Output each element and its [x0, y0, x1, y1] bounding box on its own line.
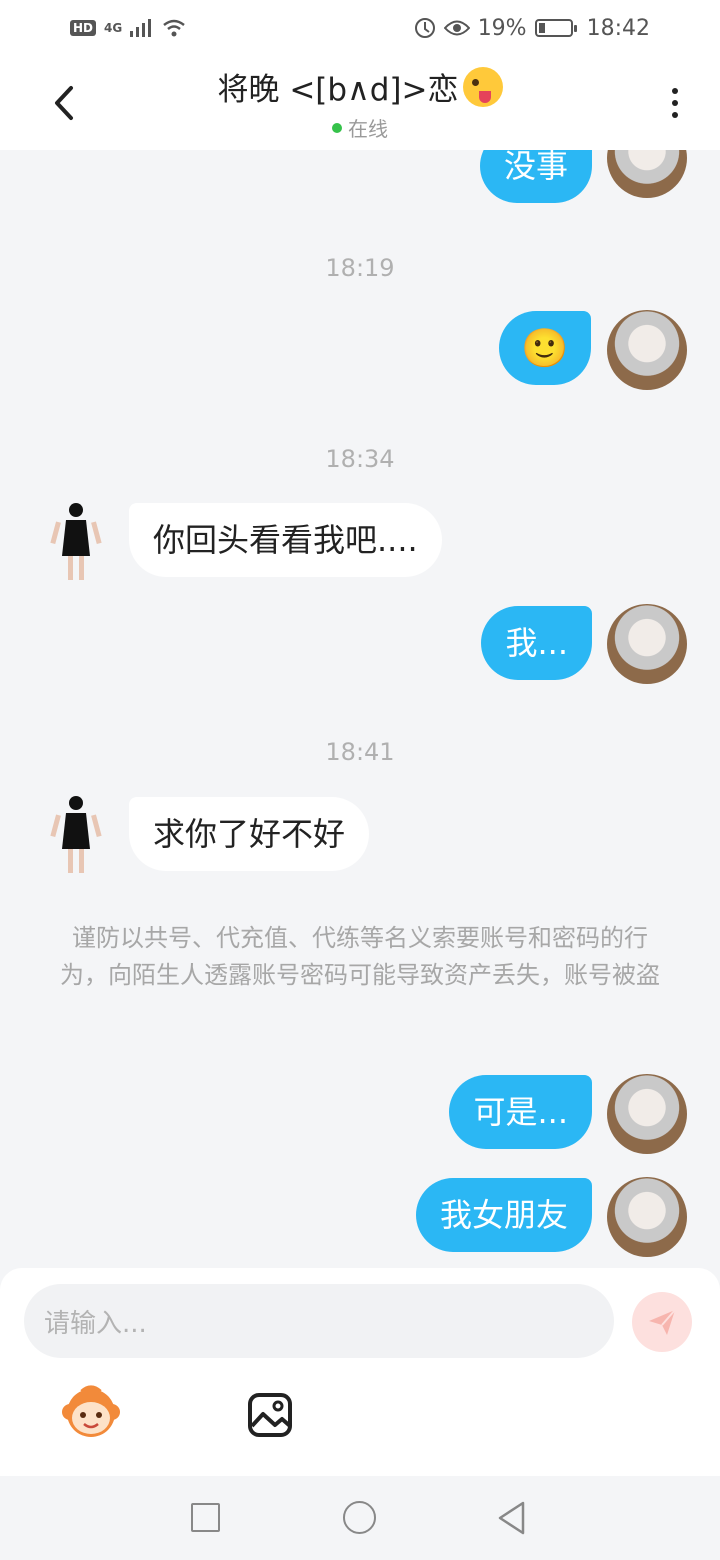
my-avatar[interactable]: [607, 150, 687, 198]
smile-emoji: 🙂: [521, 326, 569, 370]
incoming-message: 求你了好不好: [129, 797, 370, 871]
battery-icon: [534, 19, 577, 37]
my-avatar[interactable]: [607, 1074, 687, 1154]
recents-button[interactable]: [191, 1503, 220, 1532]
status-left: HD 4G: [70, 19, 186, 37]
my-avatar[interactable]: [607, 1177, 687, 1257]
tongue-emoji-icon: [462, 66, 503, 107]
wifi-icon: [163, 19, 185, 37]
message-bubble[interactable]: 没事: [479, 150, 592, 203]
system-nav-bar: [0, 1476, 720, 1560]
message-input-placeholder: 请输入...: [44, 1308, 147, 1339]
outgoing-message: 🙂: [499, 311, 591, 385]
status-bar: HD 4G 19% 18:42: [0, 0, 720, 56]
back-triangle-icon[interactable]: [496, 1500, 528, 1536]
outgoing-message: 可是...: [449, 1075, 592, 1149]
security-notice: 谨防以共号、代充值、代练等名义索要账号和密码的行为，向陌生人透露账号密码可能导致…: [60, 924, 660, 989]
contact-avatar[interactable]: [46, 793, 106, 877]
online-status-text: 在线: [347, 117, 388, 141]
chat-title-area: 将晚 <[b∧d]>恋 在线: [217, 64, 503, 142]
more-options-button[interactable]: [660, 78, 690, 128]
message-bubble[interactable]: 求你了好不好: [129, 797, 370, 871]
more-vertical-icon: [672, 88, 678, 94]
message-bubble[interactable]: 🙂: [499, 311, 591, 385]
message-list[interactable]: 没事 18:19 🙂 18:34 你回头看看我吧.... 我... 18:41: [0, 150, 720, 1268]
home-button[interactable]: [343, 1501, 376, 1534]
timestamp: 18:19: [325, 254, 395, 282]
my-avatar[interactable]: [607, 310, 687, 390]
chat-title-text: 将晚 <[b∧d]>恋: [217, 72, 459, 108]
outgoing-message: 我女朋友: [415, 1178, 592, 1252]
monkey-emoji-icon[interactable]: [60, 1382, 122, 1444]
clock: 18:42: [586, 15, 650, 41]
online-dot-icon: [331, 122, 342, 133]
send-icon: [649, 1309, 676, 1335]
message-bubble[interactable]: 可是...: [449, 1075, 592, 1149]
network-badge: 4G: [104, 21, 123, 35]
chevron-left-icon: [55, 86, 73, 120]
battery-percent: 19%: [477, 15, 527, 41]
chat-title: 将晚 <[b∧d]>恋: [217, 64, 503, 109]
message-bubble[interactable]: 我女朋友: [415, 1178, 592, 1252]
image-icon[interactable]: [247, 1392, 293, 1438]
outgoing-message: 我...: [481, 606, 592, 680]
signal-icon: [130, 19, 152, 37]
hd-badge: HD: [70, 20, 97, 36]
eye-comfort-icon: [443, 20, 470, 36]
message-bubble[interactable]: 你回头看看我吧....: [129, 503, 442, 577]
message-input[interactable]: 请输入...: [24, 1284, 614, 1358]
status-right: 19% 18:42: [414, 16, 650, 41]
data-saver-icon: [414, 18, 435, 38]
timestamp: 18:41: [325, 738, 395, 766]
back-button[interactable]: [44, 78, 84, 128]
chat-header: 将晚 <[b∧d]>恋 在线: [0, 56, 720, 150]
contact-avatar[interactable]: [46, 500, 106, 584]
send-button[interactable]: [632, 1292, 692, 1352]
online-status: 在线: [331, 113, 388, 142]
my-avatar[interactable]: [607, 604, 687, 684]
composer: 请输入...: [0, 1268, 720, 1476]
outgoing-message: 没事: [479, 150, 592, 203]
incoming-message: 你回头看看我吧....: [129, 503, 442, 577]
timestamp: 18:34: [325, 445, 395, 473]
message-bubble[interactable]: 我...: [481, 606, 592, 680]
